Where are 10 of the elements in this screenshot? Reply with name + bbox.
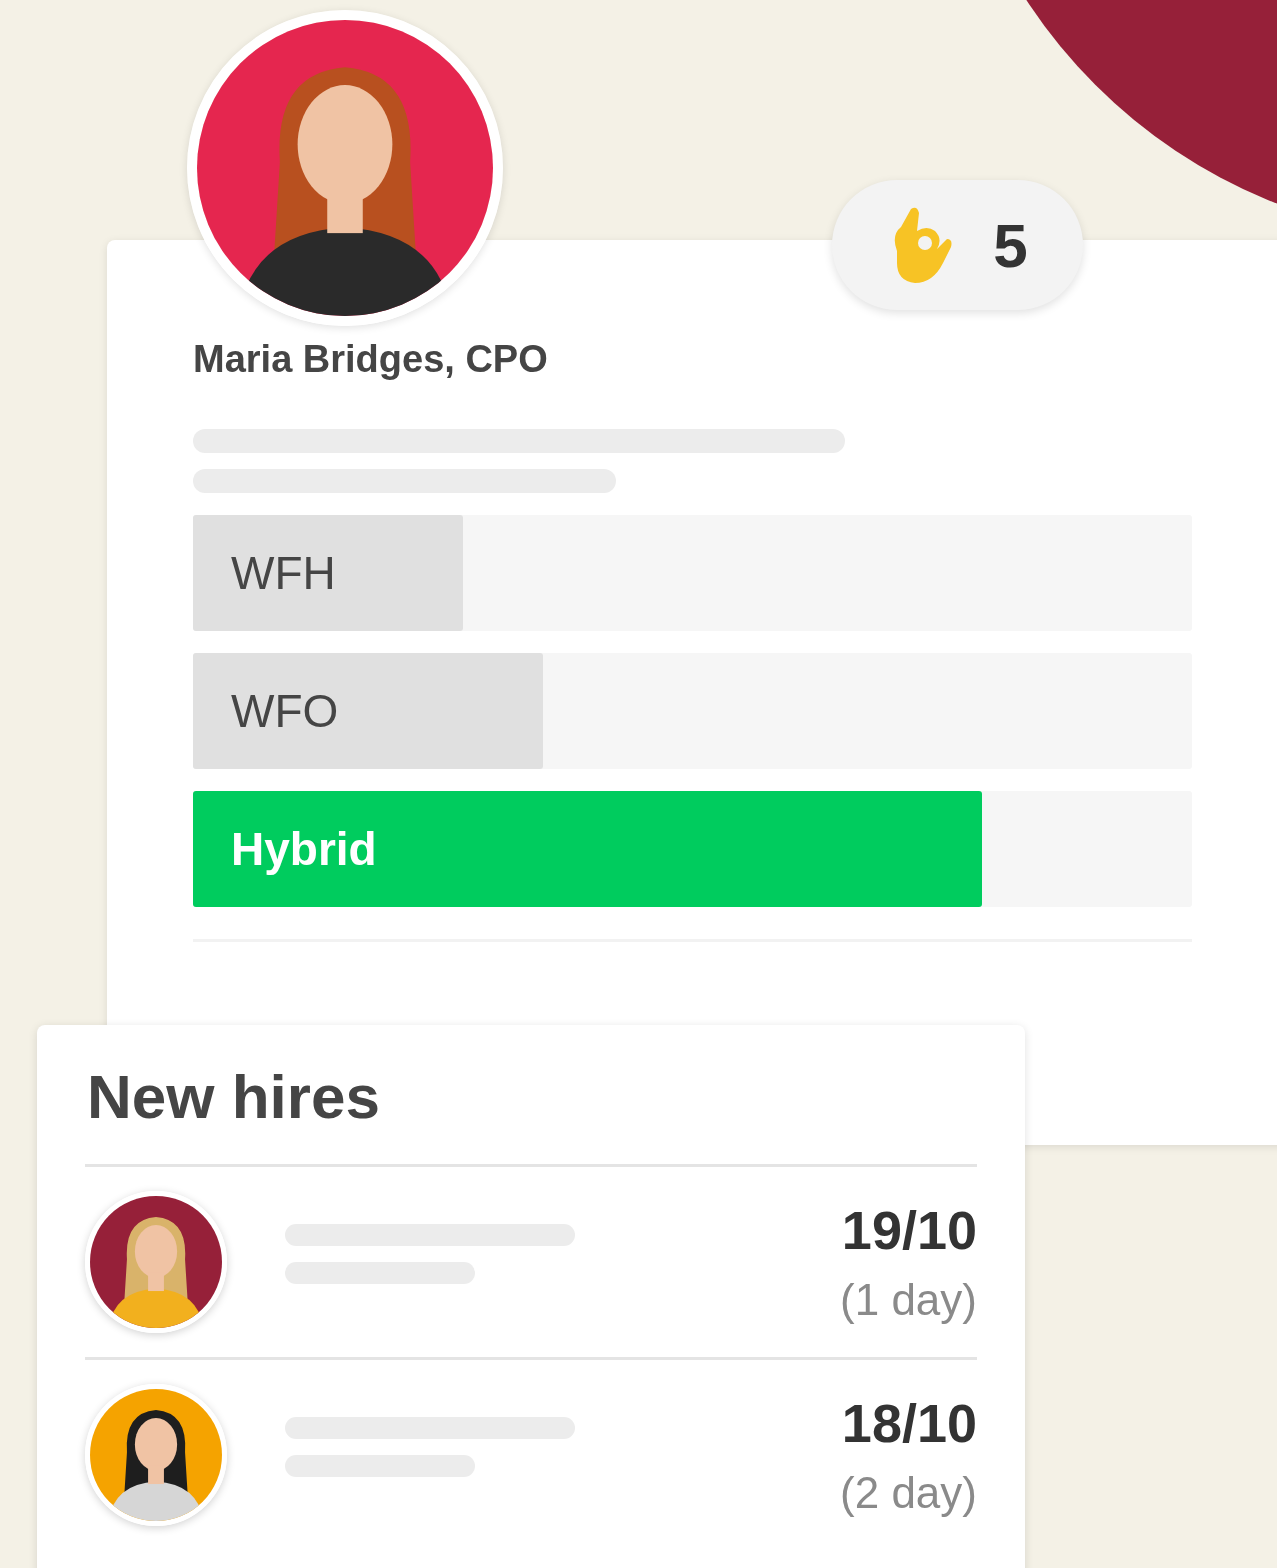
profile-name: Maria Bridges, CPO [193, 338, 549, 381]
hire-date: 19/10 [840, 1199, 977, 1261]
poll-option[interactable]: WFO [193, 653, 1192, 769]
reaction-count: 5 [993, 209, 1028, 281]
reaction-badge[interactable]: 5 [832, 180, 1083, 310]
hire-date: 18/10 [840, 1392, 977, 1454]
hire-duration: (1 day) [840, 1275, 977, 1325]
hire-duration: (2 day) [840, 1468, 977, 1518]
card-title: New hires [87, 1061, 381, 1132]
poll-option[interactable]: WFH [193, 515, 1192, 631]
